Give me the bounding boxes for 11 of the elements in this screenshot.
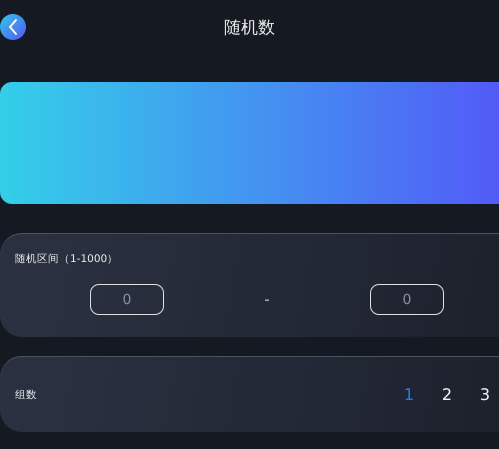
back-button[interactable] — [0, 14, 26, 40]
group-option[interactable]: 1 — [402, 385, 416, 404]
max-input-field[interactable]: 0 — [370, 284, 444, 315]
min-input-field[interactable]: 0 — [90, 284, 164, 315]
group-label: 组数 — [15, 388, 37, 402]
back-icon — [8, 19, 18, 35]
group-option[interactable]: 2 — [440, 385, 454, 404]
range-label: 随机区间（1-1000） — [15, 252, 120, 266]
page-title: 随机数 — [224, 16, 275, 38]
group-option[interactable]: 3 — [478, 385, 492, 404]
range-separator: - — [263, 292, 271, 308]
